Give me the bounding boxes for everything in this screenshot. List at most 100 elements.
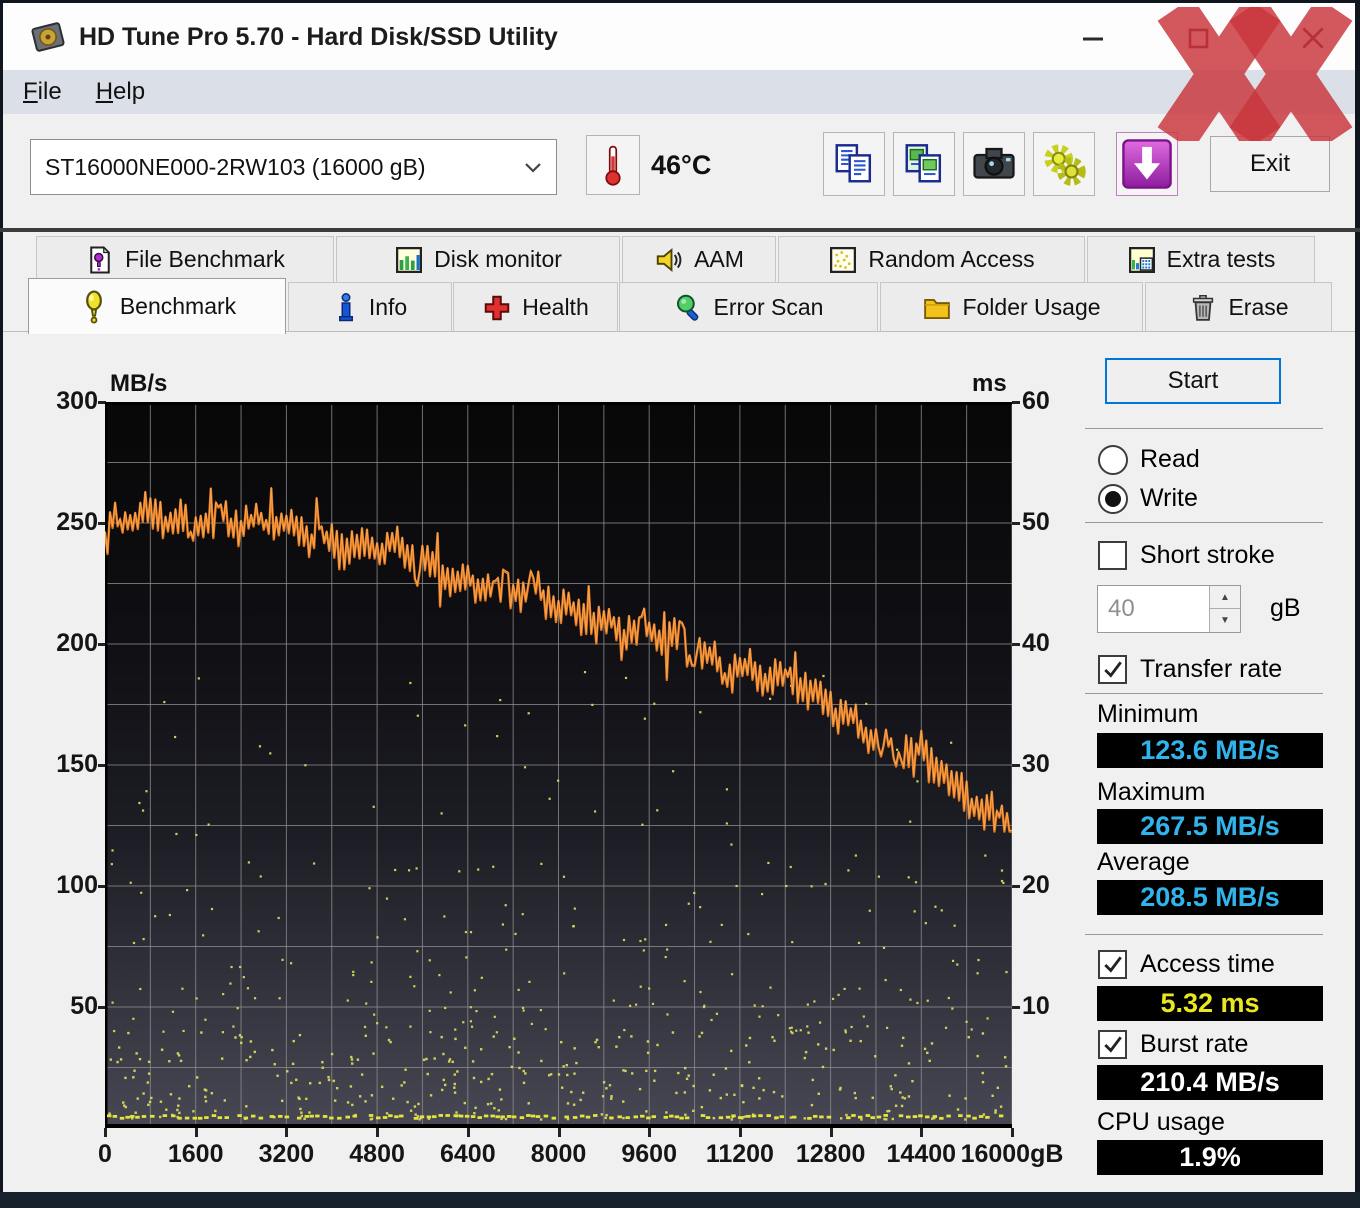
start-label: Start [1168,367,1219,395]
burst-rate-value: 210.4 MB/s [1097,1065,1323,1100]
tab-disk-monitor[interactable]: Disk monitor [336,236,620,282]
temperature-button[interactable] [586,135,640,195]
short-stroke-label: Short stroke [1140,541,1275,570]
write-label: Write [1140,484,1198,513]
read-label: Read [1140,445,1200,474]
tab-label: Info [369,294,407,321]
x-axis-tick-mark [467,1128,470,1137]
menu-file[interactable]: File [9,78,76,106]
minimum-value: 123.6 MB/s [1097,733,1323,768]
x-axis-tick-mark [195,1128,198,1137]
write-radio[interactable] [1098,484,1128,514]
transfer-rate-checkbox[interactable] [1098,655,1127,684]
short-stroke-spinner[interactable]: 40 ▲ ▼ [1097,585,1241,633]
folder-icon [922,293,952,323]
lightbulb-icon [78,290,110,324]
x-axis-tick-mark [920,1128,923,1137]
left-axis-unit: MB/s [110,370,167,398]
tab-label: Random Access [868,246,1034,273]
read-radio[interactable] [1098,445,1128,475]
screenshot-button[interactable] [963,132,1025,196]
speaker-icon [654,245,684,275]
right-axis-tick-mark [1012,885,1020,888]
chevron-down-icon [524,162,542,174]
short-stroke-unit: gB [1270,594,1301,623]
app-window: HD Tune Pro 5.70 - Hard Disk/SSD Utility… [0,0,1360,1208]
menu-help[interactable]: Help [82,78,159,106]
separator [1085,693,1323,694]
separator [1085,428,1323,429]
tab-random-access[interactable]: Random Access [778,236,1085,282]
minimize-button[interactable] [1073,21,1113,55]
drive-select-dropdown[interactable]: ST16000NE000-2RW103 (16000 gB) [30,139,557,195]
gears-icon [1040,140,1088,188]
thermometer-icon [600,142,626,188]
tab-extra-tests[interactable]: Extra tests [1087,236,1315,282]
exit-button[interactable]: Exit [1210,136,1330,192]
disk-monitor-icon [394,245,424,275]
right-axis-tick: 50 [1022,508,1050,537]
access-time-label: Access time [1140,950,1275,979]
tab-folder-usage[interactable]: Folder Usage [880,282,1143,332]
exit-label: Exit [1250,150,1290,178]
burst-rate-checkbox[interactable] [1098,1030,1127,1059]
health-cross-icon [482,293,512,323]
left-axis-tick: 50 [28,992,98,1021]
download-arrow-icon [1121,138,1173,190]
tab-error-scan[interactable]: Error Scan [619,282,878,332]
x-axis-tick-mark [830,1128,833,1137]
left-axis-tick: 150 [28,750,98,779]
x-axis-tick-mark [558,1128,561,1137]
right-axis-tick-mark [1012,401,1020,404]
tab-health[interactable]: Health [453,282,618,332]
cpu-usage-value: 1.9% [1097,1140,1323,1175]
short-stroke-checkbox[interactable] [1098,541,1127,570]
tab-label: Erase [1228,294,1288,321]
tab-label: Extra tests [1167,246,1276,273]
radio-dot [1105,491,1121,507]
info-icon [333,293,359,323]
window-bottom-frame [0,1192,1360,1208]
spin-down-button[interactable]: ▼ [1210,609,1240,632]
app-icon [28,17,68,57]
random-access-icon [828,245,858,275]
spinner-buttons: ▲ ▼ [1209,586,1240,632]
right-axis-tick-mark [1012,764,1020,767]
spin-up-button[interactable]: ▲ [1210,586,1240,609]
left-axis-tick: 200 [28,629,98,658]
right-axis-tick: 20 [1022,871,1050,900]
tab-benchmark[interactable]: Benchmark [28,278,286,334]
tab-info[interactable]: Info [288,282,452,332]
average-label: Average [1097,848,1190,877]
x-axis-tick-mark [376,1128,379,1137]
access-time-checkbox[interactable] [1098,950,1127,979]
tab-label: AAM [694,246,744,273]
hardwareluxx-watermark [1153,7,1355,141]
x-axis-tick: 16000gB [952,1140,1072,1169]
window-title: HD Tune Pro 5.70 - Hard Disk/SSD Utility [79,23,558,52]
right-axis-tick: 60 [1022,387,1050,416]
minimum-label: Minimum [1097,700,1198,729]
copy-image-button[interactable] [893,132,955,196]
options-button[interactable] [1033,132,1095,196]
tab-label: Error Scan [714,294,824,321]
left-axis-tick: 100 [28,871,98,900]
tab-label: File Benchmark [125,246,285,273]
tab-erase[interactable]: Erase [1145,282,1332,332]
tab-label: Health [522,294,588,321]
right-axis-tick-mark [1012,522,1020,525]
tab-aam[interactable]: AAM [622,236,776,282]
burst-rate-label: Burst rate [1140,1030,1248,1059]
file-benchmark-icon [85,245,115,275]
save-results-button[interactable] [1116,132,1178,196]
minimize-icon [1080,25,1106,51]
separator [1085,934,1323,935]
check-icon [1102,1034,1124,1056]
tab-file-benchmark[interactable]: File Benchmark [36,236,334,282]
start-button[interactable]: Start [1105,358,1281,404]
copy-text-button[interactable] [823,132,885,196]
right-axis-tick: 30 [1022,750,1050,779]
x-axis-tick-mark [739,1128,742,1137]
x-axis-tick-mark [1011,1128,1014,1137]
access-time-value: 5.32 ms [1097,986,1323,1021]
